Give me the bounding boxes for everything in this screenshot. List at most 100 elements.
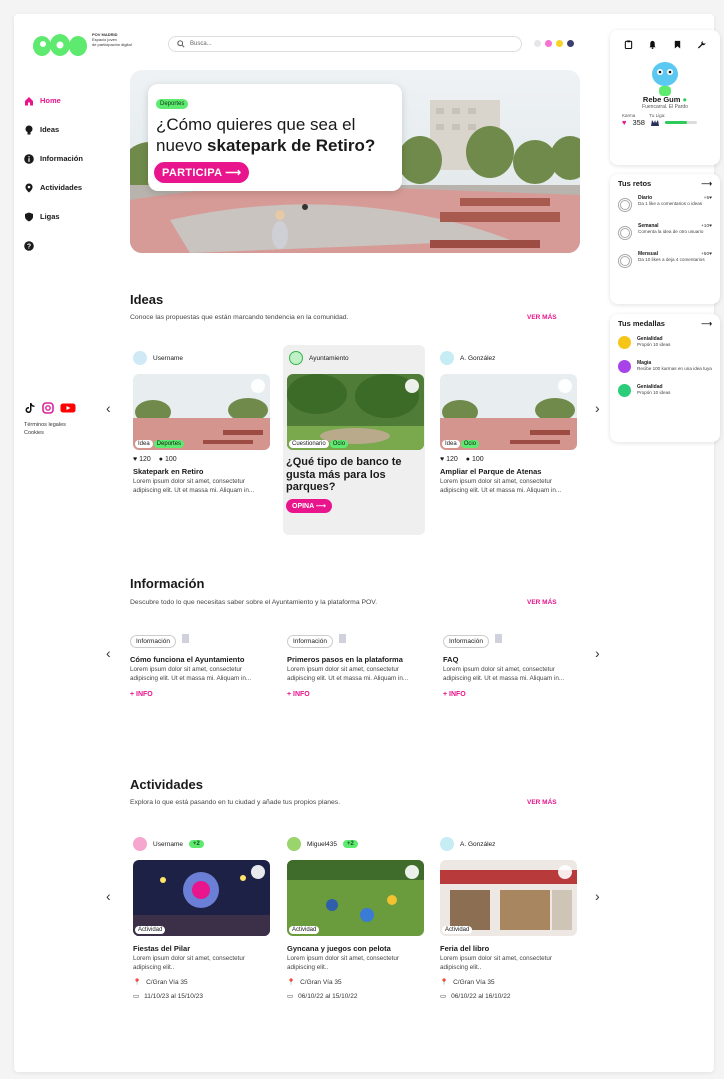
info-card[interactable]: Información Cómo funciona el Ayuntamient… [130,630,270,698]
nav-item-ideas[interactable]: Ideas [24,115,83,144]
medallas-header: Tus medallas ⟶ [610,314,720,333]
nav-item-actividades[interactable]: Actividades [24,173,83,202]
bookmark-button[interactable] [405,865,419,879]
type-tag: Idea [442,440,460,448]
medal-item[interactable]: Magia Recibe 100 karmas en una idea tuya [610,357,720,376]
nav-label: Actividades [40,183,83,192]
search-bar[interactable]: Busca... [168,36,522,52]
user-avatar [440,837,454,851]
medal-item[interactable]: Genialidad Propón 10 ideas [610,333,720,352]
arrow-right-icon[interactable]: ⟶ [701,179,712,188]
pin-icon: 📍 [133,979,142,986]
bookmark-button[interactable] [558,865,572,879]
nav-item-home[interactable]: Home [24,86,83,115]
info-subtitle: Descubre todo lo que necesitas saber sob… [130,599,378,606]
reto-item[interactable]: Mensual +50♥ Da 10 likes a deja 4 comenta… [610,249,720,271]
social-links [24,402,76,414]
pin-icon: 📍 [440,979,449,986]
ideas-prev-arrow[interactable]: ‹ [106,400,111,416]
reto-item[interactable]: Diario +5♥ Da 1 like a comentarios o idea… [610,193,720,215]
plus-info-link[interactable]: + INFO [130,691,270,698]
avatar[interactable] [648,60,682,100]
medal-item[interactable]: Genialidad Propón 10 ideas [610,381,720,400]
activities-ver-mas[interactable]: VER MÁS [527,799,557,806]
activity-card[interactable]: Miguel435 +2 Actividad Gyncana y juegos c… [287,834,427,1000]
activity-place: 📍 C/Gran Vía 35 [287,978,427,987]
theme-dot[interactable] [556,40,563,47]
sidebar-nav: Home Ideas Información Actividades Ligas… [24,86,83,260]
info-card[interactable]: Información Primeros pasos en la platafo… [287,630,427,698]
type-tag: Actividad [442,926,473,934]
theme-dot[interactable] [545,40,552,47]
plus-info-link[interactable]: + INFO [287,691,427,698]
medal-desc: Propón 10 ideas [637,342,671,348]
hero-line1: ¿Cómo quieres que sea el [156,115,356,134]
ideas-ver-mas[interactable]: VER MÁS [527,314,557,321]
activities-title: Actividades [130,777,203,792]
featured-quiz-card[interactable]: Ayuntamiento Cuestionario Ocio ¿Qué tipo … [283,345,425,535]
profile-location: Fuencarral. El Pardo [642,104,688,110]
activities-next-arrow[interactable]: › [595,888,600,904]
type-tag: Cuestionario [289,440,329,448]
nav-item-help[interactable]: ? [24,231,83,260]
search-input[interactable]: Busca... [190,41,212,47]
home-icon [25,96,33,105]
ideas-next-arrow[interactable]: › [595,400,600,416]
activity-title: Feria del libro [440,944,490,953]
participants-badge[interactable]: +2 [343,840,358,848]
idea-title: Ampliar el Parque de Atenas [440,467,542,476]
likes[interactable]: ♥ 120 [133,456,151,463]
calendar-icon: ▭ [440,993,447,1000]
theme-dot[interactable] [567,40,574,47]
plus-info-link[interactable]: + INFO [443,691,583,698]
cookies-link[interactable]: Cookies [24,429,66,437]
info-card-body: Lorem ipsum dolor sit amet, consectetur … [443,666,565,682]
activities-prev-arrow[interactable]: ‹ [106,888,111,904]
bookmark-button[interactable] [405,379,419,393]
participa-button[interactable]: PARTICIPA ⟶ [154,162,250,183]
instagram-icon[interactable] [42,402,54,414]
card-user: Miguel435 +2 [287,834,427,854]
arrow-right-icon[interactable]: ⟶ [701,319,712,328]
bookmark-icon[interactable] [673,40,682,49]
idea-card[interactable]: Username Idea Deportes ♥ 120 ● 100 Skatepa… [133,348,273,495]
info-card[interactable]: Información FAQ Lorem ipsum dolor sit am… [443,630,583,698]
nav-item-ligas[interactable]: Ligas [24,202,83,231]
shield-icon [25,212,33,221]
info-ver-mas[interactable]: VER MÁS [527,599,557,606]
bookmark-icon[interactable] [494,634,502,644]
place-text: C/Gran Vía 35 [146,978,188,986]
reto-text: Diario +5♥ Da 1 like a comentarios o idea… [638,195,712,207]
legal-link[interactable]: Términos legales [24,421,66,429]
reto-item[interactable]: Semanal +10♥ Comenta la idea de otro usua… [610,221,720,243]
info-title: Información [130,576,205,591]
bookmark-button[interactable] [558,379,572,393]
wrench-icon[interactable] [697,40,706,49]
likes[interactable]: ♥ 120 [440,456,458,463]
comments[interactable]: ● 100 [466,456,484,463]
info-prev-arrow[interactable]: ‹ [106,645,111,661]
comments[interactable]: ● 100 [159,456,177,463]
nav-item-informacion[interactable]: Información [24,144,83,173]
tiktok-icon[interactable] [24,402,36,414]
footer-links: Términos legales Cookies [24,421,66,437]
activity-thumb [440,860,577,936]
clipboard-icon[interactable] [624,40,633,49]
theme-switcher[interactable] [534,40,574,47]
bell-icon[interactable] [648,40,657,49]
bookmark-button[interactable] [251,865,265,879]
info-next-arrow[interactable]: › [595,645,600,661]
activity-card[interactable]: Username +2 Actividad Fiestas del Pilar L… [133,834,273,1000]
bookmark-icon[interactable] [338,634,346,644]
verified-icon: ● [682,95,688,104]
activity-card[interactable]: A. González Actividad Feria del libro Lo… [440,834,580,1000]
theme-dot[interactable] [534,40,541,47]
reto-progress-icon [618,254,632,268]
bookmark-icon[interactable] [181,634,189,644]
youtube-icon[interactable] [60,402,76,414]
pov-logo[interactable] [32,32,88,58]
idea-card[interactable]: A. González Idea Ocio ♥ 120 ● 100 Ampliar … [440,348,580,495]
bookmark-button[interactable] [251,379,265,393]
participants-badge[interactable]: +2 [188,840,204,848]
opina-button[interactable]: OPINA ⟶ [286,498,332,513]
